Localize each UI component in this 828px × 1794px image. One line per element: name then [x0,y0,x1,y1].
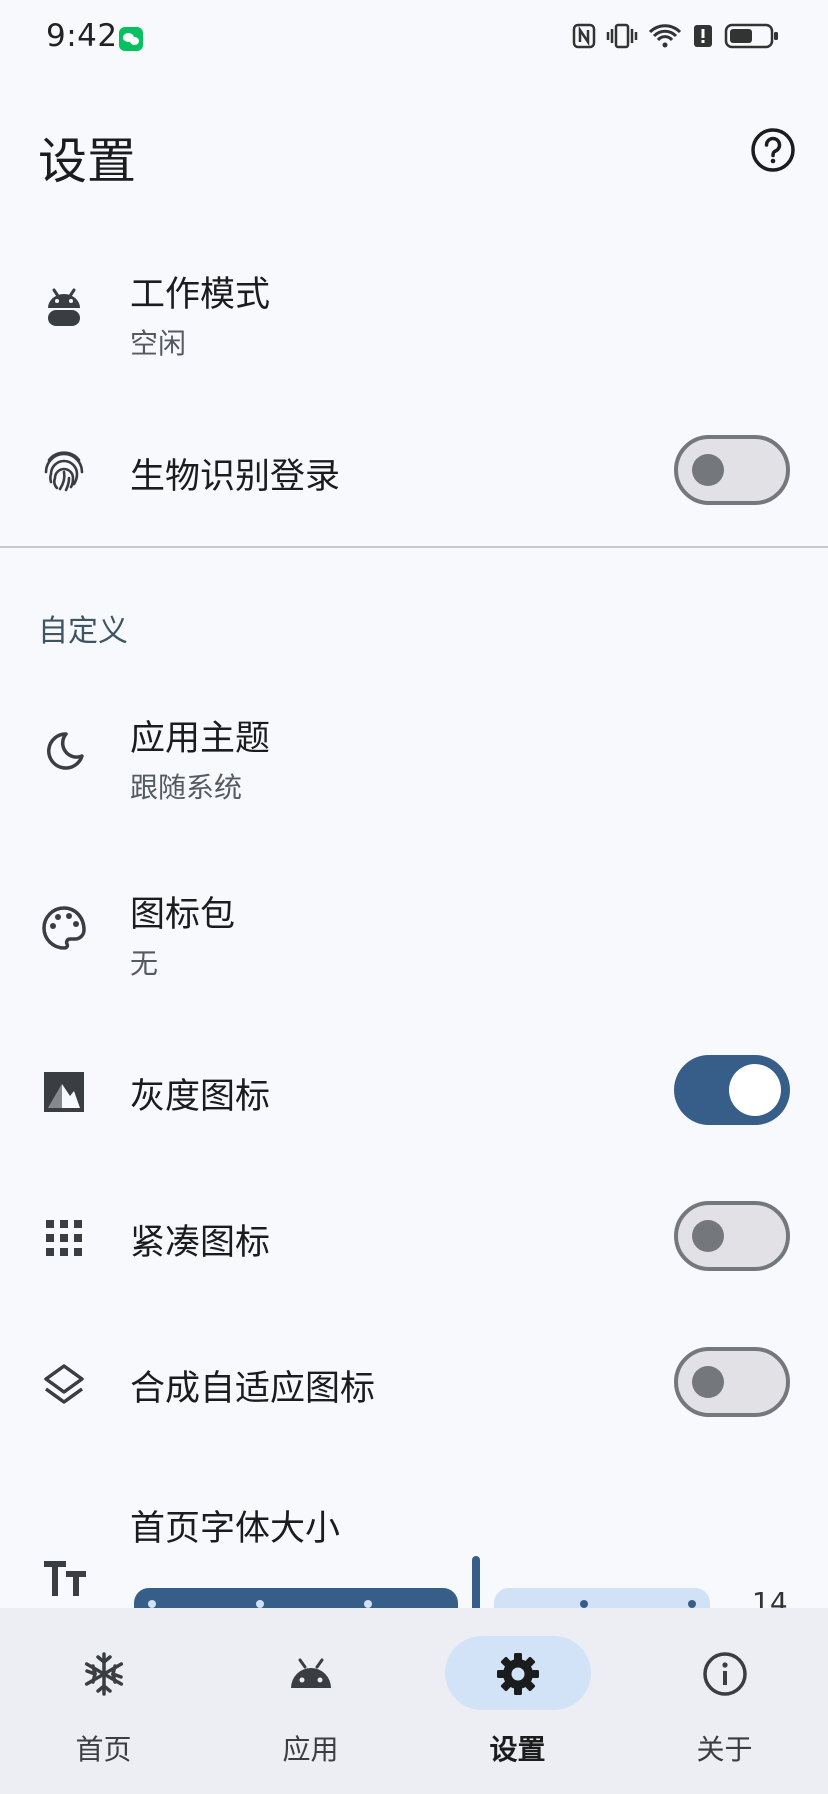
work-mode-row[interactable]: 工作模式 空闲 [0,230,828,390]
snowflake-icon [84,1652,124,1696]
slider-tick [256,1600,264,1608]
adaptive-icons-toggle[interactable] [674,1347,790,1417]
compact-icons-title: 紧凑图标 [130,1223,271,1263]
nfc-icon [572,23,596,49]
app-theme-value: 跟随系统 [130,771,243,804]
adaptive-icons-row[interactable]: 合成自适应图标 [0,1332,828,1437]
font-size-title: 首页字体大小 [130,1509,341,1549]
fingerprint-icon [44,451,84,492]
slider-tick [364,1600,372,1608]
android-icon [48,288,80,326]
compact-icons-toggle[interactable] [674,1201,790,1271]
biometric-login-row[interactable]: 生物识别登录 [0,420,828,525]
icon-pack-title: 图标包 [130,895,236,935]
icon-pack-value: 无 [130,947,159,980]
bottom-navigation: 首页 应用 设置 关于 [0,1608,828,1794]
status-time: 9:42 [46,18,118,54]
battery-icon [724,23,778,49]
nav-label-settings: 设置 [489,1733,546,1766]
moon-icon [47,732,84,770]
layers-icon [44,1364,84,1404]
nav-item-apps[interactable]: 应用 [207,1608,414,1794]
slider-tick [688,1600,696,1608]
nav-label-about: 关于 [696,1733,753,1766]
grayscale-icons-title: 灰度图标 [130,1077,271,1117]
nav-item-about[interactable]: 关于 [621,1608,828,1794]
adaptive-icons-title: 合成自适应图标 [130,1369,376,1409]
status-icons [572,22,780,50]
vibrate-icon [606,23,638,49]
nav-label-home: 首页 [75,1733,132,1766]
app-theme-title: 应用主题 [130,719,271,759]
nav-item-settings[interactable]: 设置 [414,1608,621,1794]
info-icon [703,1652,747,1696]
work-mode-title: 工作模式 [130,275,271,315]
grayscale-icons-row[interactable]: 灰度图标 [0,1040,828,1145]
app-theme-row[interactable]: 应用主题 跟随系统 [0,674,828,834]
text-size-icon [44,1561,86,1596]
wechat-icon [119,27,143,51]
slider-tick [580,1600,588,1608]
section-divider [0,546,828,548]
work-mode-value: 空闲 [130,327,187,360]
android-icon [291,1658,331,1688]
palette-icon [42,906,86,950]
biometric-toggle[interactable] [674,435,790,505]
nav-item-home[interactable]: 首页 [0,1608,207,1794]
toggle-knob [692,1366,724,1398]
gear-icon [497,1653,539,1695]
page-title: 设置 [38,133,137,190]
grayscale-icons-toggle[interactable] [674,1055,790,1125]
section-title-custom: 自定义 [38,614,128,649]
toggle-knob [692,454,724,486]
compact-icons-row[interactable]: 紧凑图标 [0,1186,828,1291]
toggle-knob [692,1220,724,1252]
wifi-icon [648,24,682,48]
help-circle-icon[interactable] [750,127,796,173]
slider-tick [148,1600,156,1608]
grid-icon [46,1220,82,1256]
toggle-knob [729,1064,781,1116]
alert-icon [694,25,712,47]
biometric-title: 生物识别登录 [130,457,341,497]
grayscale-image-icon [44,1072,84,1112]
nav-label-apps: 应用 [282,1733,339,1766]
icon-pack-row[interactable]: 图标包 无 [0,850,828,1010]
